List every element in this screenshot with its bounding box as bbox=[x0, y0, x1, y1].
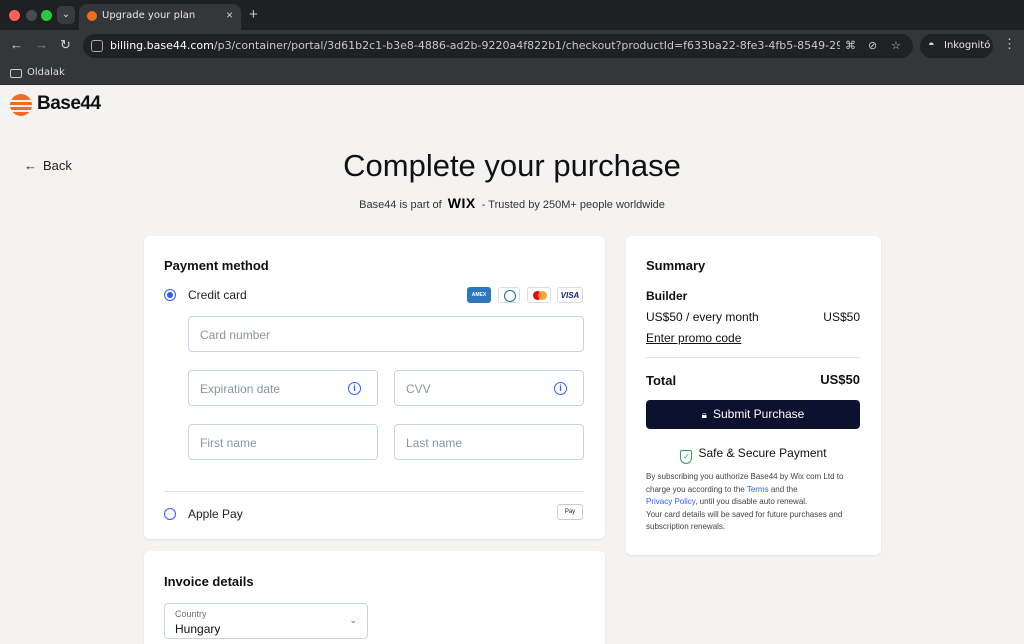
terms-link[interactable]: Terms bbox=[747, 485, 769, 494]
eye-off-icon[interactable]: ⊘ bbox=[868, 39, 877, 52]
legal-text: By subscribing you authorize Base44 by W… bbox=[646, 471, 866, 534]
total-label: Total bbox=[646, 373, 677, 388]
url-path: /p3/container/portal/3d61b2c1-b3e8-4886-… bbox=[213, 39, 840, 52]
shield-check-icon: ✓ bbox=[680, 450, 693, 464]
visa-icon: VISA bbox=[557, 287, 583, 303]
invoice-details-card: Invoice details Country Hungary ⌄ bbox=[144, 551, 605, 644]
payment-method-heading: Payment method bbox=[164, 258, 269, 273]
site-info-icon[interactable] bbox=[91, 40, 103, 52]
cvv-input[interactable]: CVV i bbox=[394, 370, 584, 406]
cvv-placeholder: CVV bbox=[406, 382, 431, 396]
summary-heading: Summary bbox=[646, 258, 706, 273]
invoice-details-heading: Invoice details bbox=[164, 574, 254, 589]
submit-purchase-button[interactable]: 🔒︎ Submit Purchase bbox=[646, 400, 860, 429]
legal-text-2: and the bbox=[770, 484, 798, 494]
apple-pay-badge-text: Pay bbox=[564, 509, 576, 515]
expiration-date-input[interactable]: Expiration date i bbox=[188, 370, 378, 406]
folder-icon bbox=[10, 69, 22, 78]
secure-label: Safe & Secure Payment bbox=[698, 446, 827, 460]
browser-toolbar: ← → ↻ billing.base44.com/p3/container/po… bbox=[0, 30, 1024, 62]
incognito-badge[interactable]: ◓ Inkognitó bbox=[920, 34, 993, 58]
apple-pay-icon: Pay bbox=[557, 504, 583, 520]
incognito-icon: ◓ bbox=[928, 39, 935, 51]
maximize-window-button[interactable] bbox=[41, 10, 52, 21]
card-number-input[interactable]: Card number bbox=[188, 316, 584, 352]
info-icon[interactable]: i bbox=[554, 382, 567, 395]
browser-tab[interactable]: Upgrade your plan × bbox=[79, 4, 241, 30]
wix-logo: WIX bbox=[447, 195, 476, 211]
minimize-window-button[interactable] bbox=[26, 10, 37, 21]
first-name-input[interactable]: First name bbox=[188, 424, 378, 460]
summary-card: Summary Builder US$50 / every month US$5… bbox=[626, 236, 881, 555]
first-name-placeholder: First name bbox=[200, 436, 257, 450]
expiration-placeholder: Expiration date bbox=[200, 382, 281, 396]
url-text[interactable]: billing.base44.com/p3/container/portal/3… bbox=[110, 39, 840, 52]
brand-name[interactable]: Base44 bbox=[37, 93, 101, 115]
diners-icon bbox=[498, 287, 520, 303]
payment-method-card: Payment method Credit card AMEX VISA Car… bbox=[144, 236, 605, 539]
close-window-button[interactable] bbox=[9, 10, 20, 21]
legal-text-3: , until you disable auto renewal. bbox=[695, 497, 808, 506]
plan-price: US$50 bbox=[823, 310, 860, 324]
page-subtitle: Base44 is part of WIX - Trusted by 250M+… bbox=[0, 195, 1024, 211]
new-tab-button[interactable]: + bbox=[249, 6, 258, 23]
apple-pay-radio[interactable] bbox=[164, 508, 176, 520]
bookmarks-bar: Oldalak bbox=[0, 62, 1024, 85]
credit-card-radio[interactable] bbox=[164, 289, 176, 301]
legal-text-4: Your card details will be saved for futu… bbox=[646, 509, 843, 532]
credit-card-label[interactable]: Credit card bbox=[188, 288, 247, 302]
last-name-input[interactable]: Last name bbox=[394, 424, 584, 460]
divider bbox=[646, 357, 860, 358]
subtitle-text: Base44 is part of bbox=[359, 199, 442, 211]
star-icon[interactable]: ☆ bbox=[891, 39, 901, 52]
bookmark-folder[interactable]: Oldalak bbox=[27, 67, 65, 78]
forward-nav-icon[interactable]: → bbox=[35, 37, 48, 52]
lock-icon: 🔒︎ bbox=[701, 410, 707, 421]
country-value: Hungary bbox=[175, 622, 221, 636]
close-tab-icon[interactable]: × bbox=[226, 8, 233, 22]
tab-search-button[interactable]: ⌄ bbox=[57, 6, 75, 24]
amex-icon: AMEX bbox=[467, 287, 491, 303]
tab-title: Upgrade your plan bbox=[102, 10, 196, 21]
base44-logo-icon[interactable] bbox=[10, 94, 32, 116]
favicon-icon bbox=[87, 11, 97, 21]
incognito-label: Inkognitó bbox=[944, 40, 991, 51]
divider bbox=[164, 491, 584, 492]
chevron-down-icon: ⌄ bbox=[61, 9, 71, 20]
secure-payment-badge: ✓ Safe & Secure Payment bbox=[626, 446, 881, 464]
submit-label: Submit Purchase bbox=[712, 407, 805, 421]
plan-price-label: US$50 / every month bbox=[646, 310, 759, 324]
back-nav-icon[interactable]: ← bbox=[10, 37, 23, 52]
mastercard-icon bbox=[527, 287, 551, 303]
page-title: Complete your purchase bbox=[343, 148, 681, 183]
chevron-down-icon: ⌄ bbox=[349, 615, 357, 625]
translate-icon[interactable]: ⌘ bbox=[845, 39, 856, 52]
total-value: US$50 bbox=[820, 372, 860, 387]
card-number-placeholder: Card number bbox=[200, 328, 271, 342]
privacy-policy-link[interactable]: Privacy Policy bbox=[646, 497, 695, 506]
address-bar[interactable]: billing.base44.com/p3/container/portal/3… bbox=[83, 34, 913, 58]
plan-name: Builder bbox=[646, 289, 688, 303]
menu-icon[interactable]: ⋮ bbox=[1003, 36, 1016, 52]
legal-text-1: By subscribing you authorize Base44 by W… bbox=[646, 472, 844, 494]
promo-code-link[interactable]: Enter promo code bbox=[646, 331, 741, 345]
subtitle-trust-text: - Trusted by 250M+ people worldwide bbox=[481, 199, 665, 211]
country-label: Country bbox=[175, 609, 207, 619]
browser-tab-bar: ⌄ Upgrade your plan × + bbox=[0, 0, 1024, 30]
url-host: billing.base44.com bbox=[110, 39, 214, 52]
apple-pay-label[interactable]: Apple Pay bbox=[188, 507, 243, 521]
info-icon[interactable]: i bbox=[348, 382, 361, 395]
reload-icon[interactable]: ↻ bbox=[60, 37, 71, 53]
country-select[interactable]: Country Hungary ⌄ bbox=[164, 603, 368, 639]
last-name-placeholder: Last name bbox=[406, 436, 463, 450]
